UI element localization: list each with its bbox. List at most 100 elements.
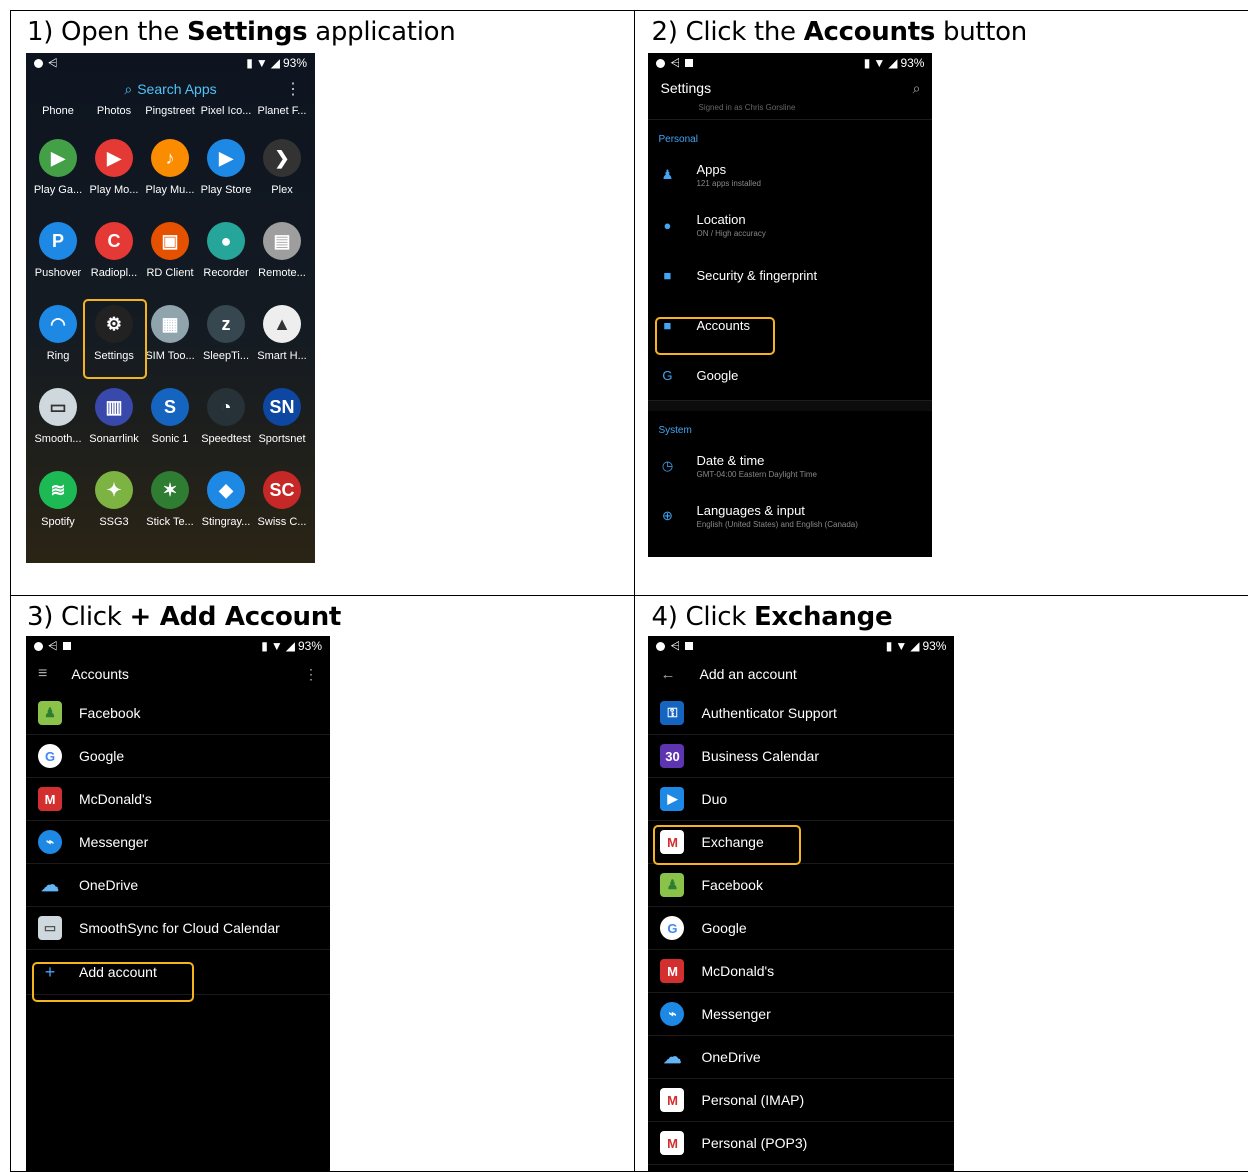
account-item-google[interactable]: G Google: [648, 907, 955, 950]
app-label[interactable]: Planet F...: [254, 105, 310, 133]
app-pushover[interactable]: P Pushover: [30, 216, 86, 299]
authenticator-icon: ⚿: [660, 701, 685, 725]
app-label: Pushover: [34, 267, 82, 279]
step-4-pre: 4) Click: [651, 602, 754, 632]
account-item-facebook[interactable]: ♟ Facebook: [26, 692, 330, 735]
app-radioplayer[interactable]: C Radiopl...: [86, 216, 142, 299]
google-g-icon: G: [662, 367, 673, 383]
account-item-personal-imap-[interactable]: M Personal (IMAP): [648, 1079, 955, 1122]
account-item-facebook[interactable]: ♟ Facebook: [648, 864, 955, 907]
overflow-menu-icon[interactable]: ⋮: [285, 79, 301, 99]
account-item-business-calendar[interactable]: 30 Business Calendar: [648, 735, 955, 778]
settings-item-apps[interactable]: ♟ Apps 121 apps installed: [648, 150, 932, 200]
account-item-onedrive[interactable]: ☁ OneDrive: [648, 1036, 955, 1079]
app-recorder[interactable]: ● Recorder: [198, 216, 254, 299]
plex-icon: ❯: [263, 139, 301, 177]
account-item-label: Facebook: [79, 705, 141, 721]
signal-icon: ◢: [285, 639, 295, 653]
account-item-onedrive[interactable]: ☁ OneDrive: [26, 864, 330, 907]
section-separator: [648, 400, 933, 411]
account-item-duo[interactable]: ▶ Duo: [648, 778, 955, 821]
app-label: Play Mo...: [89, 184, 139, 196]
account-item-smoothsync-for-cloud-calendar[interactable]: ▭ SmoothSync for Cloud Calendar: [26, 907, 330, 950]
app-remote[interactable]: ▤ Remote...: [254, 216, 310, 299]
wifi-icon: ▼: [270, 639, 283, 653]
account-item-label: McDonald's: [79, 791, 152, 807]
overflow-menu-icon[interactable]: ⋮: [304, 666, 318, 683]
app-label[interactable]: Photos: [86, 105, 142, 133]
settings-item-languages-input[interactable]: ⊕ Languages & input English (United States…: [648, 491, 932, 541]
account-item-personal-pop3-[interactable]: M Personal (POP3): [648, 1122, 955, 1165]
account-item-authenticator-support[interactable]: ⚿ Authenticator Support: [648, 692, 955, 735]
settings-item-text: Date & time GMT-04:00 Eastern Daylight Ti…: [696, 453, 817, 479]
exchange-highlight: [653, 825, 802, 865]
smart-home-icon: ▲: [263, 305, 301, 343]
app-label: Plex: [271, 184, 293, 196]
settings-item-subtitle: 121 apps installed: [696, 179, 761, 188]
account-item-mcdonald-s[interactable]: M McDonald's: [648, 950, 955, 993]
app-ring[interactable]: ◠ Ring: [30, 299, 86, 382]
app-rd-client[interactable]: ▣ RD Client: [142, 216, 198, 299]
sonic-icon: S: [151, 388, 189, 426]
status-bar: ⩤ ▮ ▼ ◢ 93%: [26, 636, 330, 656]
android-icon: ♟: [660, 873, 685, 897]
account-item-google[interactable]: G Google: [26, 735, 330, 778]
app-label: Sportsnet: [258, 433, 306, 445]
account-item-label: OneDrive: [701, 1049, 761, 1065]
step-1-post: application: [307, 17, 456, 47]
app-sonarrlink[interactable]: ▥ Sonarrlink: [86, 382, 142, 465]
settings-item-location[interactable]: ● Location ON / High accuracy: [648, 200, 932, 250]
hamburger-menu-icon[interactable]: ≡: [38, 665, 47, 683]
onedrive-icon: ☁: [38, 873, 62, 897]
vibrate-icon: ▮: [885, 639, 893, 653]
app-stingray[interactable]: ◆ Stingray...: [198, 465, 254, 548]
app-stick-tennis[interactable]: ✶ Stick Te...: [142, 465, 198, 548]
image-icon: [685, 59, 694, 67]
wifi-icon: ▼: [895, 639, 908, 653]
app-sportsnet[interactable]: SN Sportsnet: [254, 382, 310, 465]
app-label[interactable]: Pixel Ico...: [198, 105, 254, 133]
sleep-timer-icon: z: [207, 305, 245, 343]
settings-item-subtitle: English (United States) and English (Can…: [696, 520, 858, 529]
app-label: Stingray...: [201, 516, 251, 528]
step-4-title: 4) Click Exchange: [635, 596, 1248, 632]
app-swiss-chalet[interactable]: SC Swiss C...: [254, 465, 310, 548]
app-spotify[interactable]: ≋ Spotify: [30, 465, 86, 548]
ring-icon: ◠: [39, 305, 77, 343]
app-smart-home[interactable]: ▲ Smart H...: [254, 299, 310, 382]
app-play-music[interactable]: ♪ Play Mu...: [142, 133, 198, 216]
app-label[interactable]: Pingstreet: [142, 105, 198, 133]
search-icon[interactable]: ⌕: [913, 80, 921, 97]
settings-item-google[interactable]: G Google: [648, 350, 932, 400]
search-apps-bar[interactable]: ⌕ Search Apps ⋮: [26, 73, 315, 105]
settings-title: Settings: [660, 80, 712, 96]
swiss-chalet-icon: SC: [263, 471, 301, 509]
app-play-games[interactable]: ▶ Play Ga...: [30, 133, 86, 216]
app-plex[interactable]: ❯ Plex: [254, 133, 310, 216]
app-ssg3[interactable]: ✦ SSG3: [86, 465, 142, 548]
app-smoothsync[interactable]: ▭ Smooth...: [30, 382, 86, 465]
account-item-messenger[interactable]: ⌁ Messenger: [26, 821, 330, 864]
gmail-icon: M: [660, 1131, 685, 1155]
app-sleep-timer[interactable]: z SleepTi...: [198, 299, 254, 382]
app-speedtest[interactable]: ◔ Speedtest: [198, 382, 254, 465]
settings-item-label: Apps: [696, 162, 727, 177]
app-label: Smooth...: [34, 433, 82, 445]
step-2-cell: 2) Click the Accounts button ⩤ ▮ ▼ ◢ 93% Se…: [634, 10, 1248, 596]
app-play-movies[interactable]: ▶ Play Mo...: [86, 133, 142, 216]
app-sim-toolkit[interactable]: ▦ SIM Too...: [142, 299, 198, 382]
signed-in-text: Signed in as Chris Gorsline: [698, 103, 796, 112]
account-item-messenger[interactable]: ⌁ Messenger: [648, 993, 955, 1036]
account-item-mcdonald-s[interactable]: M McDonald's: [26, 778, 330, 821]
settings-item-text: Security & fingerprint: [696, 268, 817, 283]
app-label[interactable]: Phone: [30, 105, 86, 133]
recorder-icon: ●: [207, 222, 245, 260]
settings-item-text: Google: [696, 368, 738, 383]
settings-item-security-fingerprint[interactable]: ■ Security & fingerprint: [648, 250, 932, 300]
back-arrow-icon[interactable]: ←: [660, 666, 675, 683]
settings-item-date-time[interactable]: ◷ Date & time GMT-04:00 Eastern Daylight T…: [648, 441, 932, 491]
app-sonic[interactable]: S Sonic 1: [142, 382, 198, 465]
pushover-icon: P: [39, 222, 77, 260]
account-item-label: Personal (POP3): [701, 1135, 808, 1151]
app-play-store[interactable]: ▶ Play Store: [198, 133, 254, 216]
